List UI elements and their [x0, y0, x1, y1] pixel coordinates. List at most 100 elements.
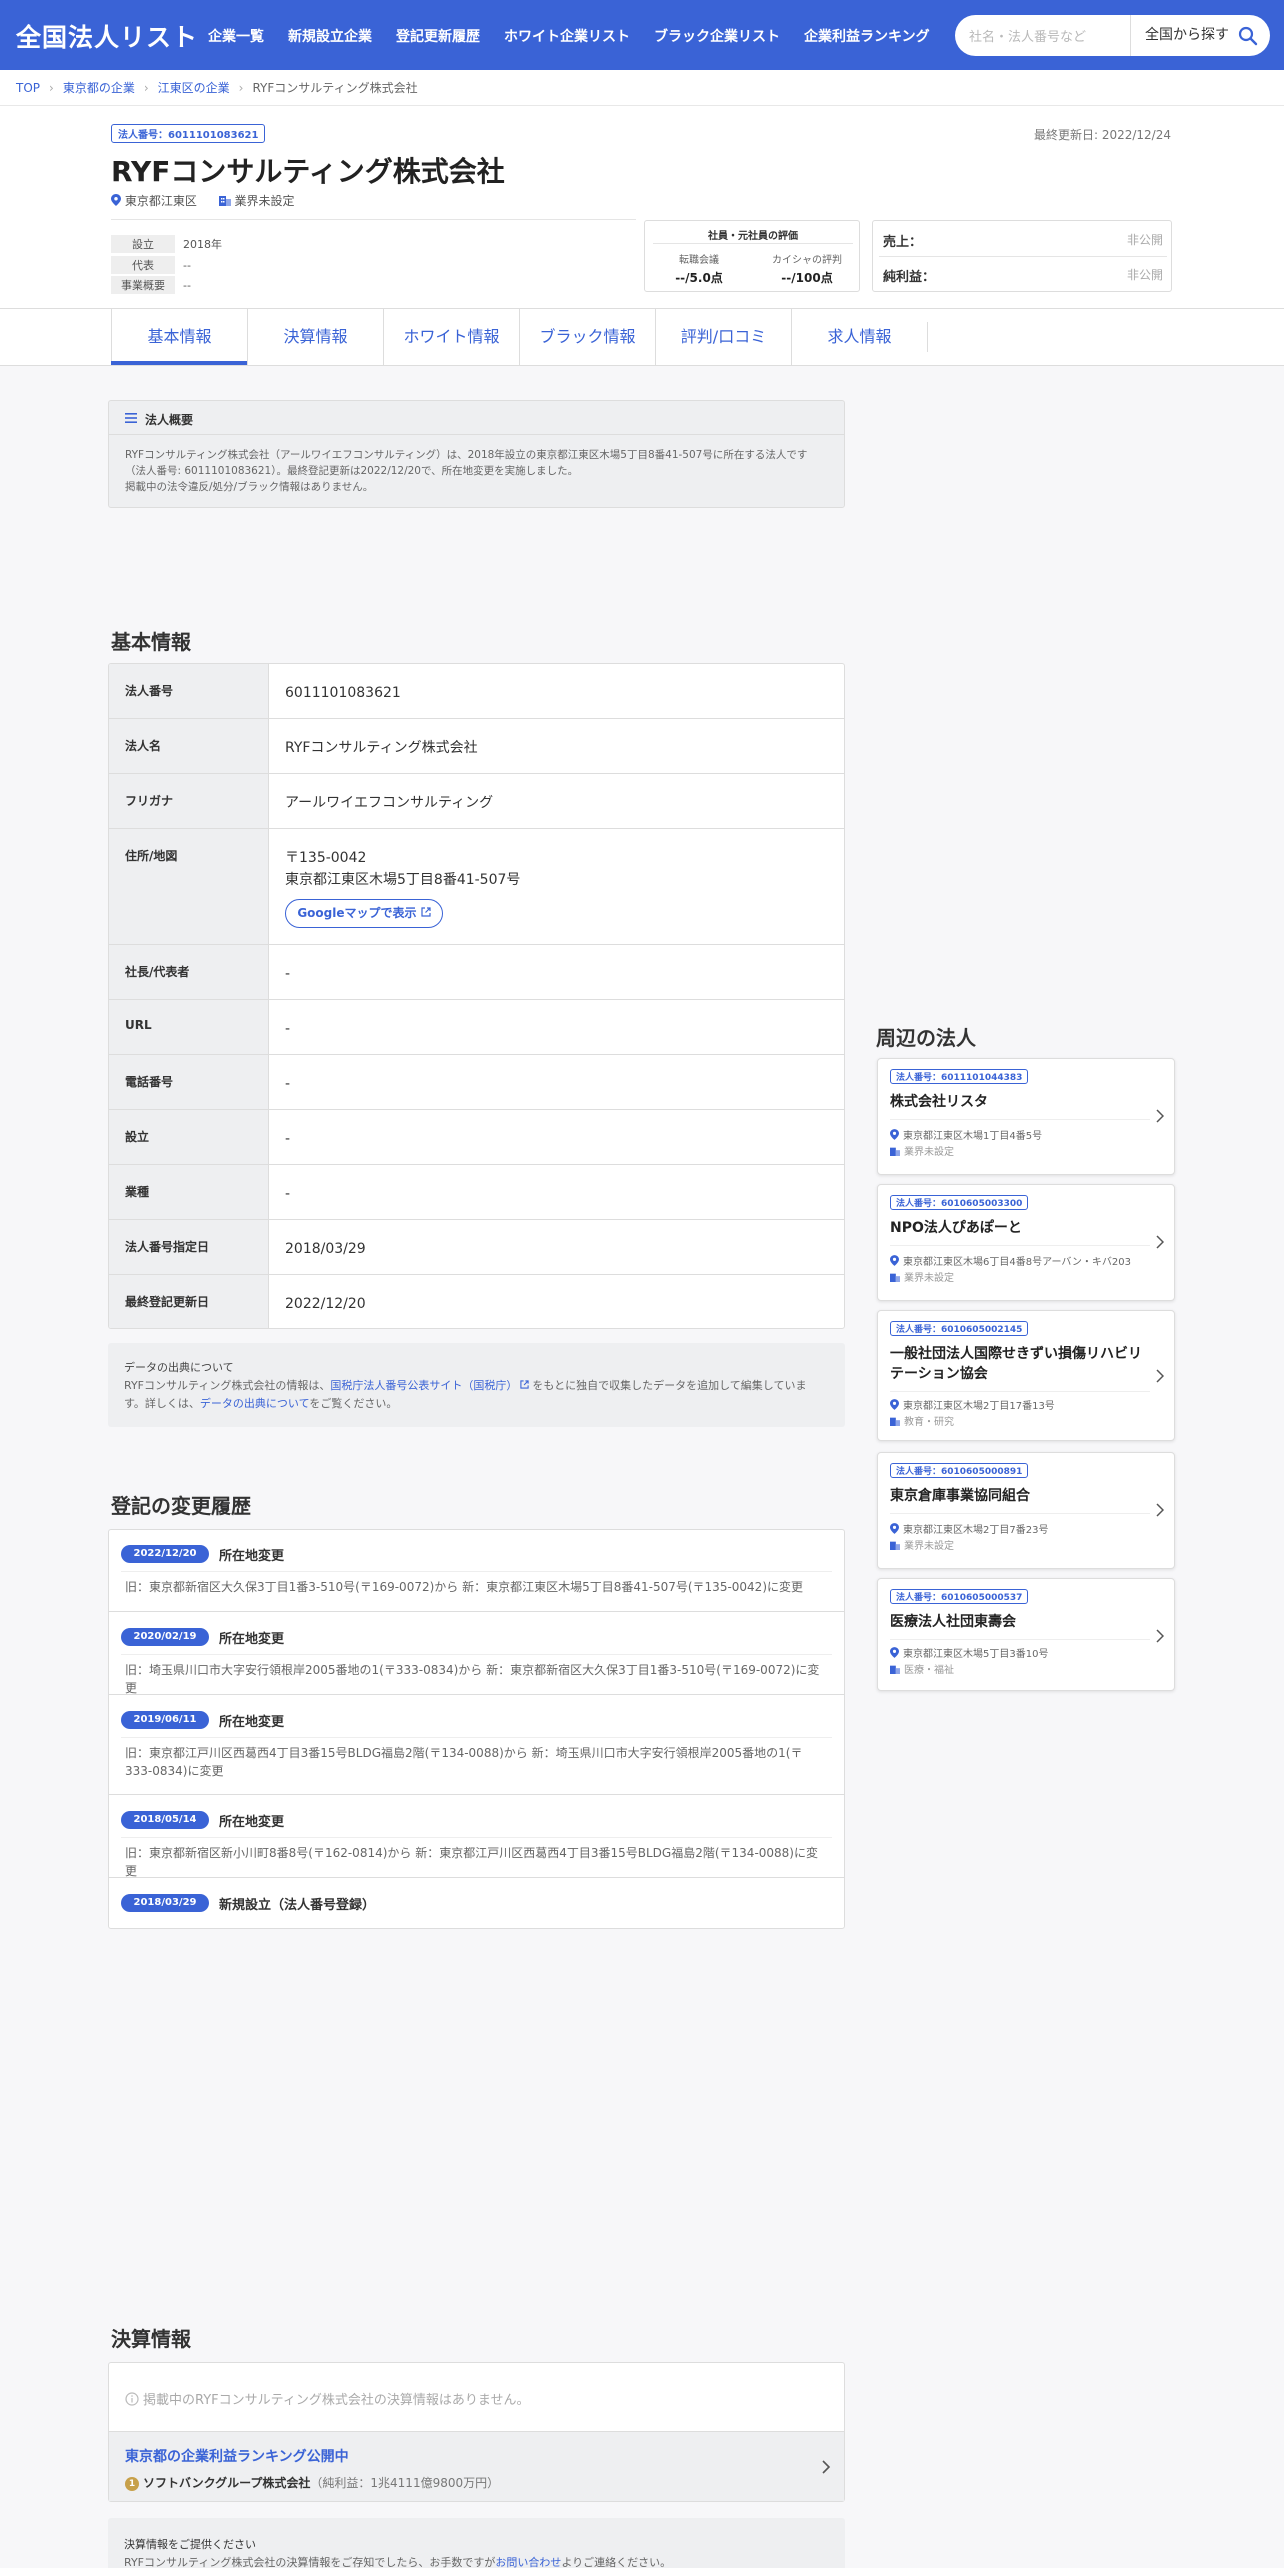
eval-tenshoku[interactable]: 転職会議 --/5.0点: [645, 251, 753, 286]
tab-settlement[interactable]: 決算情報: [247, 309, 383, 365]
overview-compliance-note: 掲載中の法令違反/処分/ブラック情報はありません。: [125, 481, 374, 493]
card-industry-text: 業界未設定: [904, 1541, 954, 1552]
search-input[interactable]: 社名・法人番号など: [969, 26, 1086, 45]
card-industry: 医療・福祉: [890, 1661, 954, 1676]
table-row: 業種 -: [109, 1165, 844, 1220]
eval-kaisha-label: カイシャの評判: [772, 255, 842, 266]
nearby-card[interactable]: 法人番号：6010605003300 NPO法人ぴあぽーと 東京都江東区木場6丁…: [877, 1184, 1175, 1301]
search-scope-select[interactable]: 全国から探す: [1130, 15, 1229, 56]
card-address-text: 東京都江東区木場6丁目4番8号アーバン・キバ203: [903, 1257, 1131, 1268]
history-item: 2022/12/20 所在地変更 旧：東京都新宿区大久保3丁目1番3-510号(〒1…: [109, 1530, 844, 1612]
sales-value: 非公開: [1126, 233, 1163, 247]
tab-white[interactable]: ホワイト情報: [383, 309, 519, 365]
overview-box: 法人概要 RYFコンサルティング株式会社（アールワイエフコンサルティング）は、2…: [108, 400, 845, 508]
overview-title: 法人概要: [145, 413, 194, 427]
location-pin-icon: [890, 1523, 899, 1534]
google-map-button[interactable]: Googleマップで表示: [285, 899, 443, 928]
divider: [890, 1639, 1150, 1640]
card-address-text: 東京都江東区木場1丁目4番5号: [903, 1131, 1043, 1142]
divider: [121, 1837, 832, 1838]
card-company-name: 一般社団法人国際せきずい損傷リハビリテーション協会: [890, 1346, 1142, 1382]
info-icon: [125, 2392, 139, 2406]
row-label: 社長/代表者: [109, 945, 269, 999]
eval-tenshoku-score: --/5.0点: [675, 271, 723, 285]
card-address: 東京都江東区木場1丁目4番5号: [890, 1127, 1155, 1142]
history-date: 2019/06/11: [121, 1711, 209, 1729]
nearby-card[interactable]: 法人番号：6011101044383 株式会社リスタ 東京都江東区木場1丁目4番…: [877, 1058, 1175, 1175]
breadcrumb-tokyo[interactable]: 東京都の企業: [63, 81, 135, 95]
profit-ranking-link[interactable]: 東京都の企業利益ランキング公開中 1 ソフトバンクグループ株式会社（純利益：1兆4…: [109, 2431, 844, 2501]
evaluation-title: 社員・元社員の評価: [708, 231, 798, 242]
nav-profit-ranking[interactable]: 企業利益ランキング: [804, 26, 930, 46]
row-label: フリガナ: [109, 774, 269, 828]
nearby-card[interactable]: 法人番号：6010605002145 一般社団法人国際せきずい損傷リハビリテーシ…: [877, 1310, 1175, 1441]
financial-summary-box: 売上： 非公開 純利益： 非公開: [872, 220, 1172, 292]
breadcrumb-koto[interactable]: 江東区の企業: [158, 81, 230, 95]
nearby-card[interactable]: 法人番号：6010605000891 東京倉庫事業協同組合 東京都江東区木場2丁…: [877, 1452, 1175, 1569]
data-source-link[interactable]: データの出典について: [200, 1397, 309, 1410]
nav-white-list[interactable]: ホワイト企業リスト: [504, 26, 630, 46]
row-value: 2022/12/20: [285, 1296, 366, 1312]
row-value: アールワイエフコンサルティング: [285, 795, 494, 811]
table-row: 設立 -: [109, 1110, 844, 1165]
external-link-icon: [520, 1380, 529, 1389]
overview-description: RYFコンサルティング株式会社（アールワイエフコンサルティング）は、2018年設…: [125, 449, 808, 477]
source-text-part: をご覧ください。: [309, 1397, 398, 1410]
eval-tenshoku-label: 転職会議: [679, 255, 719, 266]
location-pin-icon: [111, 194, 121, 206]
breadcrumb-top[interactable]: TOP: [16, 81, 40, 95]
contact-link[interactable]: お問い合わせ: [495, 2556, 561, 2568]
history-description: 旧：埼玉県川口市大字安行領根岸2005番地の1(〒333-0834)から 新：東…: [125, 1663, 820, 1695]
business-value: --: [183, 279, 191, 292]
card-address-text: 東京都江東区木場2丁目7番23号: [903, 1525, 1049, 1536]
settlement-heading: 決算情報: [111, 2327, 191, 2351]
nav-black-list[interactable]: ブラック企業リスト: [654, 26, 780, 46]
card-company-name: 東京倉庫事業協同組合: [890, 1488, 1030, 1504]
tab-black[interactable]: ブラック情報: [519, 309, 655, 365]
rep-label: 代表: [111, 256, 175, 274]
card-company-name: NPO法人ぴあぽーと: [890, 1220, 1022, 1236]
provide-info-box: 決算情報をご提供ください RYFコンサルティング株式会社の決算情報をご存知でした…: [108, 2518, 845, 2568]
business-row: 事業概要 --: [111, 276, 191, 294]
location-pin-icon: [890, 1255, 899, 1266]
history-title: 所在地変更: [219, 1715, 285, 1730]
card-industry: 業界未設定: [890, 1269, 954, 1284]
row-label: 法人番号: [109, 664, 269, 718]
divider: [121, 1737, 832, 1738]
nta-site-link[interactable]: 国税庁法人番号公表サイト（国税庁）: [330, 1379, 517, 1392]
chevron-right-icon: [1156, 1369, 1164, 1383]
card-corporate-number: 法人番号：6010605000891: [890, 1463, 1029, 1478]
divider: [653, 243, 853, 244]
nav-new-companies[interactable]: 新規設立企業: [288, 26, 372, 46]
address-text: 東京都江東区木場5丁目8番41-507号: [285, 872, 521, 888]
nav-company-list[interactable]: 企業一覧: [208, 26, 264, 46]
site-logo[interactable]: 全国法人リスト: [16, 18, 198, 54]
company-industry: 業界未設定: [234, 194, 295, 208]
search-icon[interactable]: [1238, 26, 1258, 46]
tab-jobs[interactable]: 求人情報: [791, 309, 927, 365]
profit-label: 純利益：: [883, 270, 936, 285]
eval-kaisha[interactable]: カイシャの評判 --/100点: [753, 251, 861, 286]
rep-value: --: [183, 259, 191, 272]
search-box: 社名・法人番号など 全国から探す: [955, 15, 1270, 56]
history-item: 2018/05/14 所在地変更 旧：東京都新宿区新小川町8番8号(〒162-081…: [109, 1795, 844, 1878]
tab-basic-info[interactable]: 基本情報: [111, 309, 247, 365]
nav-registry-updates[interactable]: 登記更新履歴: [396, 26, 480, 46]
ranking-top-company: 1 ソフトバンクグループ株式会社（純利益：1兆4111億9800万円）: [125, 2474, 499, 2491]
company-name: RYFコンサルティング株式会社: [111, 155, 505, 188]
history-list: 2022/12/20 所在地変更 旧：東京都新宿区大久保3丁目1番3-510号(〒1…: [108, 1529, 845, 1929]
data-source-box: データの出典について RYFコンサルティング株式会社の情報は、国税庁法人番号公表…: [108, 1343, 845, 1427]
table-row: 電話番号 -: [109, 1055, 844, 1110]
card-industry: 業界未設定: [890, 1537, 954, 1552]
divider: [890, 1245, 1150, 1246]
tab-reviews[interactable]: 評判/口コミ: [655, 309, 791, 365]
provide-info-text: RYFコンサルティング株式会社の決算情報をご存知でしたら、お手数ですがお問い合わ…: [124, 2554, 671, 2568]
building-icon: [890, 1541, 900, 1550]
row-value: -: [285, 1021, 291, 1037]
divider: [121, 1571, 832, 1572]
card-company-name: 株式会社リスタ: [890, 1094, 988, 1110]
provide-info-title: 決算情報をご提供ください: [124, 2538, 256, 2551]
breadcrumb: TOP › 東京都の企業 › 江東区の企業 › RYFコンサルティング株式会社: [16, 79, 418, 96]
nearby-card[interactable]: 法人番号：6010605000537 医療法人社団東壽会 東京都江東区木場5丁目…: [877, 1578, 1175, 1691]
tab-bar: 基本情報 決算情報 ホワイト情報 ブラック情報 評判/口コミ 求人情報: [0, 308, 1284, 366]
